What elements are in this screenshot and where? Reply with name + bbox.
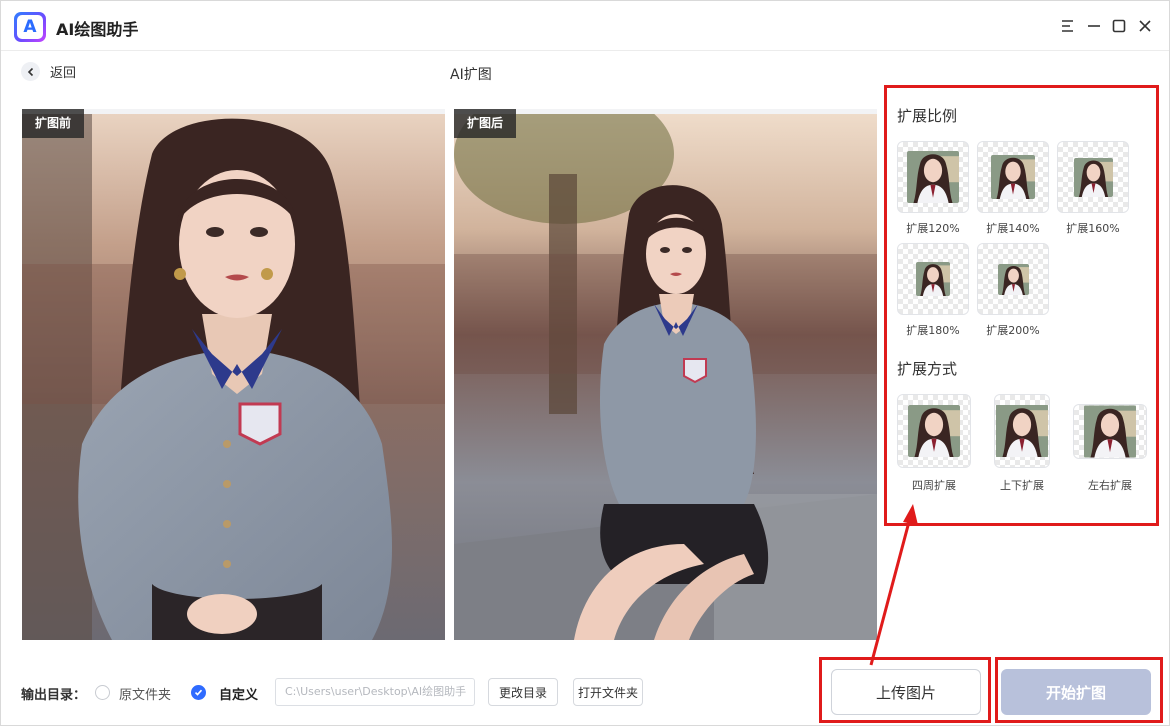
radio-original-folder[interactable] <box>95 685 110 700</box>
output-dir-label: 输出目录： <box>21 688 87 703</box>
annotation-box-options <box>884 85 1159 526</box>
annotation-box-upload <box>819 657 991 723</box>
before-photo <box>22 114 445 640</box>
radio-custom-folder[interactable] <box>191 685 206 700</box>
output-path-field[interactable]: C:\Users\user\Desktop\AI绘图助手 <box>275 678 475 706</box>
back-button[interactable]: 返回 <box>21 62 76 81</box>
app-window: A AI绘图助手 返回 AI扩图 扩图前 扩图后 扩展比例 扩展120% 扩展1… <box>0 0 1170 726</box>
chevron-left-icon <box>21 62 40 81</box>
app-title: AI绘图助手 <box>56 20 139 39</box>
after-tag: 扩图后 <box>454 109 517 138</box>
page-title: AI扩图 <box>450 67 492 83</box>
app-logo-icon: A <box>14 12 46 42</box>
annotation-box-start <box>995 657 1163 723</box>
check-icon <box>194 689 203 696</box>
before-tag: 扩图前 <box>22 109 85 138</box>
menu-icon[interactable] <box>1057 15 1079 37</box>
before-image-panel: 扩图前 <box>22 109 445 640</box>
back-label: 返回 <box>50 66 77 81</box>
radio-custom-label: 自定义 <box>219 688 259 703</box>
close-icon[interactable] <box>1134 15 1156 37</box>
radio-original-label: 原文件夹 <box>119 688 172 703</box>
maximize-icon[interactable] <box>1108 15 1130 37</box>
change-dir-button[interactable]: 更改目录 <box>488 678 558 706</box>
after-photo <box>454 114 877 640</box>
open-folder-button[interactable]: 打开文件夹 <box>573 678 643 706</box>
minimize-icon[interactable] <box>1083 15 1105 37</box>
title-bar: A AI绘图助手 <box>1 1 1169 51</box>
after-image-panel: 扩图后 <box>454 109 877 640</box>
